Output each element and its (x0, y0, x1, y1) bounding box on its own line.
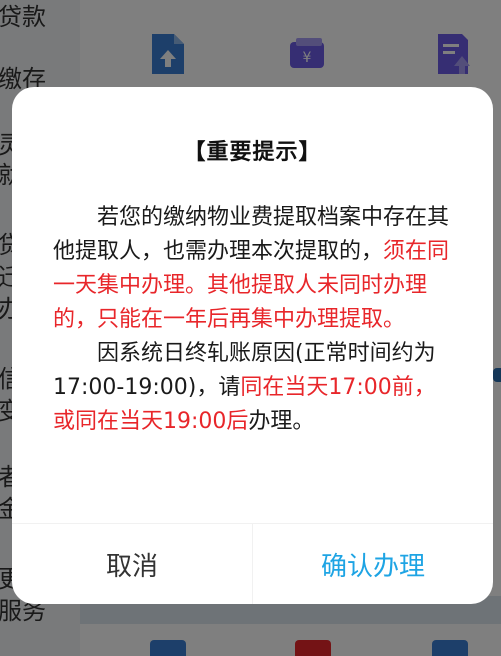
notice-paragraph-1: 若您的缴纳物业费提取档案中存在其他提取人，也需办理本次提取的，须在同一天集中办理… (53, 201, 453, 337)
dialog-actions: 取消 确认办理 (12, 523, 493, 604)
notice-text: 办理。 (248, 409, 315, 434)
screen: 贷款 缴存 灵 就 贷 迁 办 信 变 者 金 更 服务 ¥ 【重要提示】 (0, 0, 501, 656)
dialog-title: 【重要提示】 (183, 140, 322, 165)
cancel-button[interactable]: 取消 (12, 524, 252, 604)
dialog-body: 若您的缴纳物业费提取档案中存在其他提取人，也需办理本次提取的，须在同一天集中办理… (53, 201, 453, 439)
confirm-button[interactable]: 确认办理 (252, 524, 493, 604)
notice-paragraph-2: 因系统日终轧账原因(正常时间约为17:00-19:00)，请同在当天17:00前… (53, 337, 453, 439)
important-notice-dialog: 【重要提示】 若您的缴纳物业费提取档案中存在其他提取人，也需办理本次提取的，须在… (12, 87, 493, 604)
